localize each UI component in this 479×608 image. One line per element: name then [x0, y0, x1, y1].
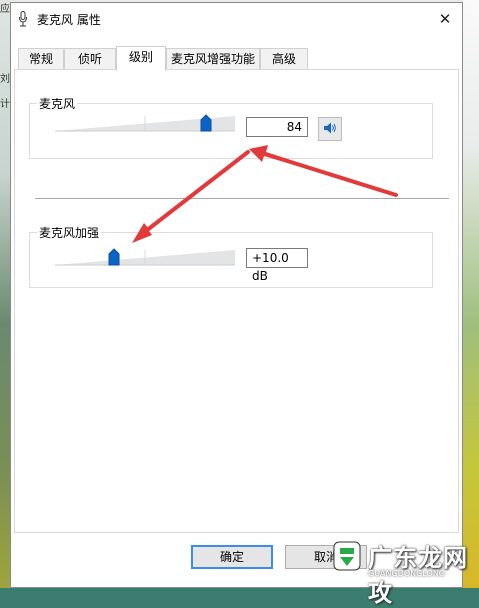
ok-button[interactable]: 确定 [191, 545, 273, 569]
watermark-subtext: GUANGDONGLONG [368, 569, 446, 578]
desktop-left-edge: 应 刘 计 [0, 0, 10, 588]
levels-panel: 麦克风 84 麦克风加强 +10.0 dB [14, 69, 459, 533]
microphone-level-value[interactable]: 84 [246, 117, 308, 137]
slider-track [55, 250, 235, 266]
section-divider [35, 198, 449, 199]
title-bar[interactable]: 麦克风 属性 ✕ [11, 3, 462, 35]
slider-thumb[interactable] [200, 114, 212, 132]
desktop-fragment: 计 [0, 99, 10, 110]
window-title: 麦克风 属性 [37, 13, 101, 27]
tab-listen[interactable]: 侦听 [64, 48, 116, 69]
logo-icon [332, 540, 362, 572]
microphone-boost-value[interactable]: +10.0 dB [246, 248, 308, 283]
microphone-icon [18, 11, 28, 27]
desktop-fragment: 刘 [0, 74, 10, 85]
microphone-properties-dialog: 麦克风 属性 ✕ 常规 侦听 级别 麦克风增强功能 高级 麦克风 84 麦克风加… [10, 2, 463, 588]
close-button[interactable]: ✕ [428, 3, 462, 35]
site-watermark: 广东龙网攻 GUANGDONGLONG [328, 536, 476, 607]
microphone-boost-slider[interactable] [55, 246, 235, 268]
tab-general[interactable]: 常规 [18, 48, 64, 69]
microphone-volume-slider[interactable] [55, 112, 235, 134]
tab-advanced[interactable]: 高级 [260, 48, 308, 69]
slider-thumb[interactable] [108, 248, 120, 266]
close-icon: ✕ [438, 10, 452, 28]
speaker-icon [323, 121, 337, 138]
desktop-right-edge [463, 0, 479, 588]
tab-levels[interactable]: 级别 [116, 46, 166, 71]
tab-enhancements[interactable]: 麦克风增强功能 [166, 48, 260, 69]
microphone-label: 麦克风 [37, 95, 78, 112]
mute-toggle-button[interactable] [318, 117, 342, 141]
desktop-fragment: 应 [0, 4, 10, 15]
microphone-boost-label: 麦克风加强 [37, 224, 102, 241]
